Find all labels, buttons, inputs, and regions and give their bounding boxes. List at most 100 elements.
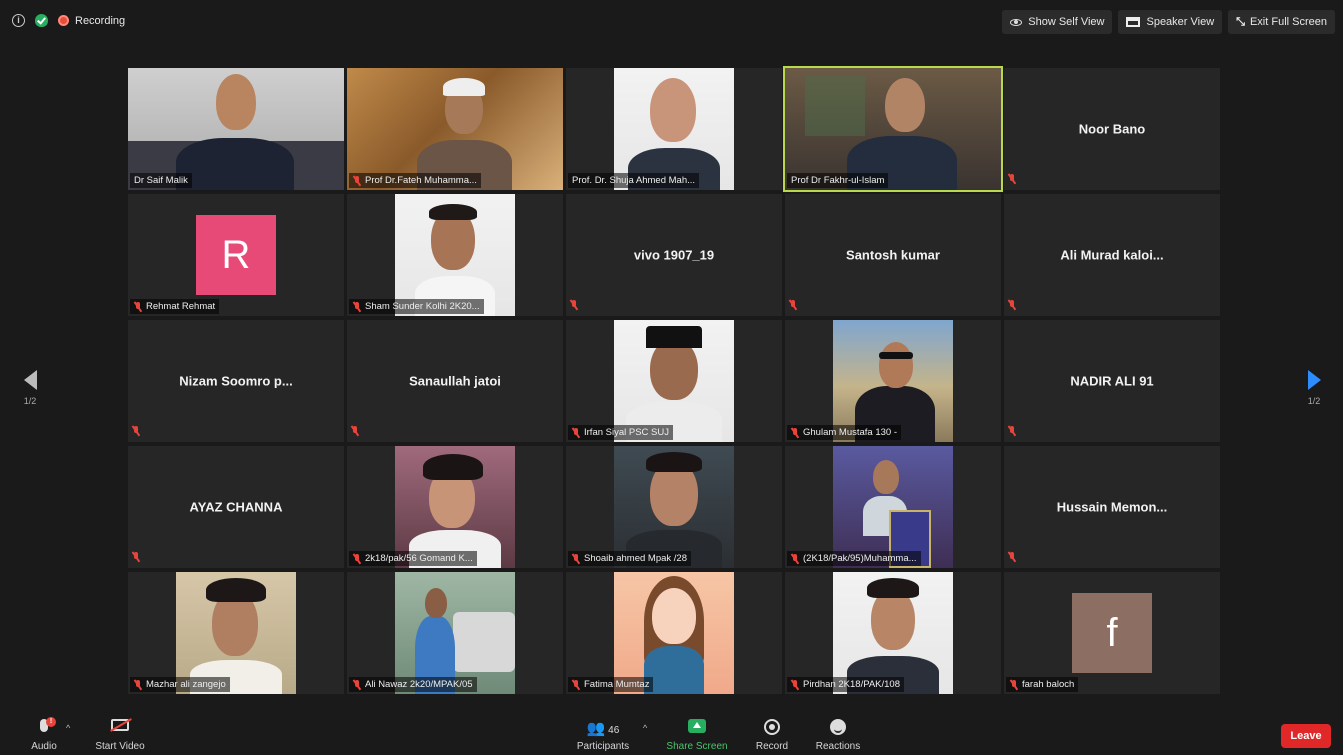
profile-picture: [833, 320, 953, 442]
participant-count: 46: [608, 725, 620, 736]
participants-button[interactable]: 👥 46 Participants: [572, 719, 634, 752]
record-button[interactable]: Record: [752, 717, 792, 752]
alert-badge-icon: !: [46, 717, 56, 727]
participant-label: Mazhar ali zangejo: [130, 677, 230, 692]
profile-picture: [395, 194, 515, 316]
next-page-button[interactable]: 1/2: [1299, 370, 1329, 406]
exit-full-screen-label: Exit Full Screen: [1249, 16, 1327, 28]
exit-full-screen-button[interactable]: ⤡ Exit Full Screen: [1228, 10, 1335, 34]
video-tile[interactable]: Sanaullah jatoi: [347, 320, 563, 442]
info-icon[interactable]: i: [12, 14, 25, 27]
audio-button[interactable]: ! Audio: [28, 717, 60, 752]
video-tile[interactable]: Fatima Mumtaz: [566, 572, 782, 694]
video-tile[interactable]: Ghulam Mustafa 130 -: [785, 320, 1001, 442]
participant-label: Ghulam Mustafa 130 -: [787, 425, 901, 440]
participant-label: Prof. Dr. Shuja Ahmed Mah...: [568, 173, 700, 188]
arrow-right-icon: [1307, 370, 1321, 390]
recording-indicator[interactable]: Recording: [58, 15, 125, 27]
video-tile[interactable]: Sham Sunder Kolhi 2K20...: [347, 194, 563, 316]
video-tile[interactable]: Santosh kumar: [785, 194, 1001, 316]
video-tile[interactable]: Noor Bano: [1004, 68, 1220, 190]
video-off-icon: [92, 719, 148, 739]
muted-mic-icon: [132, 426, 140, 436]
audio-options-caret-icon[interactable]: ^: [66, 723, 70, 733]
view-controls: Show Self View Speaker View ⤡ Exit Full …: [1002, 10, 1335, 34]
profile-picture: [833, 572, 953, 694]
participant-display-name: Santosh kumar: [846, 247, 940, 263]
video-tile[interactable]: Mazhar ali zangejo: [128, 572, 344, 694]
speaker-view-icon: [1126, 17, 1141, 27]
previous-page-button[interactable]: 1/2: [15, 370, 45, 406]
muted-mic-icon: [134, 679, 142, 690]
video-tile[interactable]: vivo 1907_19: [566, 194, 782, 316]
video-tile[interactable]: AYAZ CHANNA: [128, 446, 344, 568]
top-bar: i Recording Show Self View Speaker View …: [0, 0, 1343, 44]
profile-picture: [614, 572, 734, 694]
participant-display-name: Ali Murad kaloi...: [1060, 247, 1164, 263]
video-tile[interactable]: (2K18/Pak/95)Muhamma...: [785, 446, 1001, 568]
video-tile[interactable]: Prof. Dr. Shuja Ahmed Mah...: [566, 68, 782, 190]
share-screen-button[interactable]: Share Screen: [664, 716, 730, 752]
speaker-view-button[interactable]: Speaker View: [1118, 10, 1223, 34]
participant-name: Shoaib ahmed Mpak /28: [584, 553, 687, 564]
video-tile[interactable]: Ali Murad kaloi...: [1004, 194, 1220, 316]
muted-mic-icon: [791, 427, 799, 438]
start-video-button[interactable]: Start Video: [92, 715, 148, 752]
video-tile[interactable]: NADIR ALI 91: [1004, 320, 1220, 442]
participant-display-name: Nizam Soomro p...: [179, 373, 293, 389]
video-tile[interactable]: Hussain Memon...: [1004, 446, 1220, 568]
profile-picture: [614, 446, 734, 568]
muted-mic-icon: [353, 301, 361, 312]
page-indicator-right: 1/2: [1307, 396, 1321, 406]
participants-options-caret-icon[interactable]: ^: [643, 723, 647, 733]
share-screen-label: Share Screen: [666, 741, 728, 752]
video-tile[interactable]: Dr Saif Malik: [128, 68, 344, 190]
security-shield-icon[interactable]: [35, 14, 48, 27]
record-icon: [752, 719, 792, 739]
start-video-label: Start Video: [95, 741, 145, 752]
muted-mic-icon: [570, 300, 578, 310]
video-tile[interactable]: R Rehmat Rehmat: [128, 194, 344, 316]
active-speaker-tile[interactable]: Prof Dr Fakhr-ul-Islam: [783, 66, 1003, 192]
video-tile[interactable]: f farah baloch: [1004, 572, 1220, 694]
page-indicator-left: 1/2: [23, 396, 37, 406]
participant-label: Pirdhan 2K18/PAK/108: [787, 677, 905, 692]
reactions-icon: [812, 719, 864, 739]
video-tile[interactable]: Irfan Siyal PSC SUJ: [566, 320, 782, 442]
muted-mic-icon: [132, 552, 140, 562]
video-tile[interactable]: Pirdhan 2K18/PAK/108: [785, 572, 1001, 694]
muted-mic-icon: [351, 426, 359, 436]
participant-name: Ghulam Mustafa 130 -: [803, 427, 897, 438]
share-screen-icon: [664, 719, 730, 739]
participant-video: [347, 68, 563, 190]
leave-button[interactable]: Leave: [1281, 724, 1331, 748]
exit-fullscreen-icon: ⤡: [1236, 15, 1245, 28]
video-tile[interactable]: Ali Nawaz 2k20/MPAK/05: [347, 572, 563, 694]
muted-mic-icon: [1008, 300, 1016, 310]
profile-picture: [395, 572, 515, 694]
video-tile[interactable]: Shoaib ahmed Mpak /28: [566, 446, 782, 568]
participant-display-name: Hussain Memon...: [1056, 499, 1168, 515]
participant-label: Ali Nawaz 2k20/MPAK/05: [349, 677, 477, 692]
participant-name: Ali Nawaz 2k20/MPAK/05: [365, 679, 473, 690]
muted-mic-icon: [353, 679, 361, 690]
video-tile[interactable]: 2k18/pak/56 Gomand K...: [347, 446, 563, 568]
participant-label: Shoaib ahmed Mpak /28: [568, 551, 691, 566]
muted-mic-icon: [353, 553, 361, 564]
profile-picture: [395, 446, 515, 568]
reactions-button[interactable]: Reactions: [812, 717, 864, 752]
muted-mic-icon: [572, 553, 580, 564]
participant-label: (2K18/Pak/95)Muhamma...: [787, 551, 921, 566]
video-tile[interactable]: Prof Dr.Fateh Muhamma...: [347, 68, 563, 190]
muted-mic-icon: [791, 553, 799, 564]
participant-display-name: Sanaullah jatoi: [409, 373, 501, 389]
show-self-view-button[interactable]: Show Self View: [1002, 10, 1113, 34]
participant-name: (2K18/Pak/95)Muhamma...: [803, 553, 917, 564]
participant-name: Dr Saif Malik: [134, 175, 188, 186]
participants-icon: 👥 46: [586, 720, 620, 737]
gallery-grid: Dr Saif Malik Prof Dr.Fateh Muhamma... P…: [128, 66, 1220, 696]
video-tile[interactable]: Nizam Soomro p...: [128, 320, 344, 442]
reactions-label: Reactions: [815, 741, 861, 752]
participant-name: Pirdhan 2K18/PAK/108: [803, 679, 901, 690]
muted-mic-icon: [572, 679, 580, 690]
